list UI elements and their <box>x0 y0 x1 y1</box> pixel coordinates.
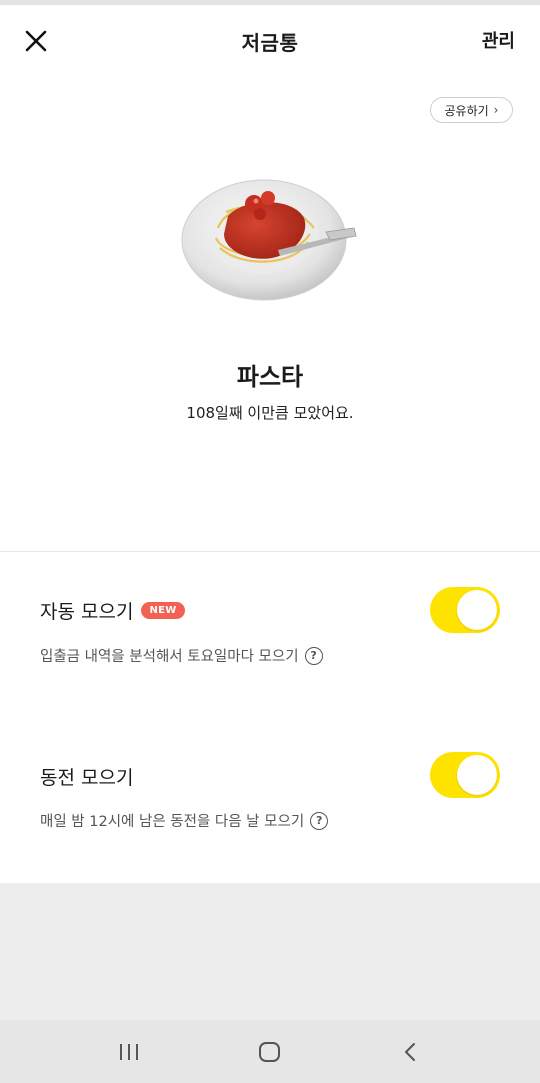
divider <box>0 551 540 552</box>
share-button[interactable]: 공유하기 › <box>430 97 513 123</box>
item-name: 파스타 <box>236 363 304 391</box>
auto-save-label: 자동 모으기 <box>40 601 134 623</box>
coin-save-description: 매일 밤 12시에 남은 동전을 다음 날 모으기 ? <box>40 810 329 831</box>
system-nav-bar <box>0 1020 540 1083</box>
help-icon[interactable]: ? <box>304 646 323 665</box>
recent-apps-icon[interactable] <box>117 1041 143 1063</box>
help-icon[interactable]: ? <box>310 811 329 830</box>
pasta-plate-illustration <box>181 179 357 301</box>
coin-save-toggle[interactable] <box>430 752 500 798</box>
coin-save-desc-text: 매일 밤 12시에 남은 동전을 다음 날 모으기 <box>40 814 305 830</box>
home-icon[interactable] <box>257 1041 283 1063</box>
header: 저금통 관리 <box>0 5 540 77</box>
back-icon[interactable] <box>398 1041 424 1063</box>
toggle-knob <box>457 590 497 630</box>
page-title: 저금통 <box>241 31 299 55</box>
share-label: 공유하기 <box>444 103 489 118</box>
auto-save-toggle[interactable] <box>430 587 500 633</box>
auto-save-description: 입출금 내역을 분석해서 토요일마다 모으기 ? <box>40 645 323 666</box>
coin-save-label: 동전 모으기 <box>40 767 134 789</box>
chevron-right-icon: › <box>493 103 499 117</box>
main-card: 저금통 관리 공유하기 › 파스타 108일째 이만큼 모았어요. 자동 모으기… <box>0 5 540 883</box>
auto-save-desc-text: 입출금 내역을 분석해서 토요일마다 모으기 <box>40 649 299 665</box>
auto-save-title: 자동 모으기 NEW <box>40 597 185 624</box>
savings-jar-screen: 저금통 관리 공유하기 › 파스타 108일째 이만큼 모았어요. 자동 모으기… <box>0 0 540 1083</box>
item-subtitle: 108일째 이만큼 모았어요. <box>186 404 354 422</box>
toggle-knob <box>457 755 497 795</box>
coin-save-title: 동전 모으기 <box>40 763 133 790</box>
new-badge: NEW <box>141 602 185 619</box>
manage-button[interactable]: 관리 <box>482 27 515 53</box>
